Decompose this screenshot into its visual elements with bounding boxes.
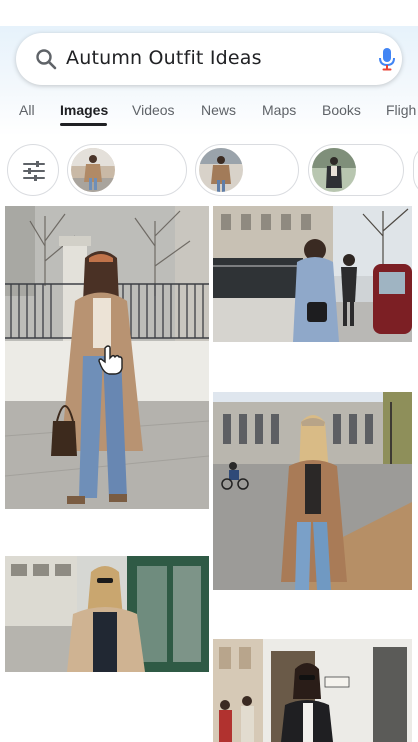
tab-videos[interactable]: Videos	[132, 102, 175, 118]
tune-sliders-icon	[23, 161, 45, 181]
result-photo	[213, 392, 412, 590]
tab-flights[interactable]: Fligh	[386, 102, 416, 118]
status-area	[0, 0, 418, 26]
suggestion-chip-2[interactable]	[195, 144, 299, 196]
search-tabs: All Images Videos News Maps Books Fligh	[0, 96, 418, 130]
image-result-1[interactable]	[5, 206, 209, 509]
tab-maps[interactable]: Maps	[262, 102, 296, 118]
tab-images[interactable]: Images	[60, 102, 108, 118]
hand-pointer-icon	[98, 345, 123, 375]
result-photo	[213, 206, 412, 342]
image-result-2[interactable]	[213, 206, 412, 342]
suggestion-chip-1[interactable]	[67, 144, 187, 196]
tab-books[interactable]: Books	[322, 102, 361, 118]
image-result-5[interactable]	[213, 639, 412, 742]
result-photo	[213, 639, 412, 742]
chip-thumbnail	[312, 148, 356, 192]
search-icon[interactable]	[34, 47, 58, 71]
result-photo	[5, 556, 209, 672]
search-bar[interactable]: Autumn Outfit Ideas	[16, 33, 402, 85]
image-result-3[interactable]	[213, 392, 412, 590]
tab-all[interactable]: All	[19, 102, 35, 118]
chip-thumbnail	[71, 148, 115, 192]
filter-button[interactable]	[7, 144, 59, 196]
image-results-grid	[0, 202, 418, 742]
chip-thumbnail	[199, 148, 243, 192]
search-input[interactable]: Autumn Outfit Ideas	[66, 47, 262, 69]
active-tab-indicator	[60, 123, 107, 126]
microphone-icon[interactable]	[376, 47, 398, 71]
image-result-4[interactable]	[5, 556, 209, 672]
tab-news[interactable]: News	[201, 102, 236, 118]
suggestion-chips	[0, 140, 418, 202]
suggestion-chip-4[interactable]	[413, 144, 418, 196]
suggestion-chip-3[interactable]	[308, 144, 404, 196]
